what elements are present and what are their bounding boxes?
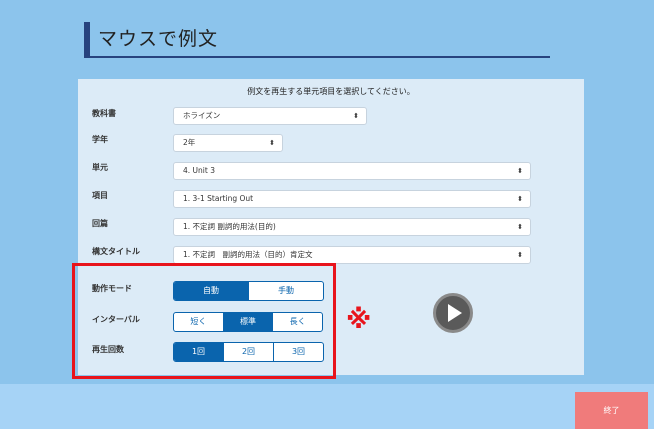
- up-down-arrow-icon: ⬍: [269, 139, 275, 147]
- play-button[interactable]: [433, 293, 473, 333]
- unit-value: 4. Unit 3: [183, 166, 215, 175]
- sentence-title-value: 1. 不定詞 副詞的用法（目的）肯定文: [183, 250, 313, 259]
- footer-bar: [0, 384, 654, 429]
- page-title: マウスで例文: [98, 28, 219, 50]
- grammar-label: 回篇: [92, 219, 108, 228]
- grade-value: 2年: [183, 138, 196, 147]
- end-button[interactable]: 終了: [575, 392, 648, 429]
- item-value: 1. 3-1 Starting Out: [183, 194, 254, 203]
- up-down-arrow-icon: ⬍: [353, 112, 359, 120]
- textbook-select[interactable]: ホライズン ⬍: [173, 107, 367, 125]
- highlight-frame: [72, 263, 336, 379]
- up-down-arrow-icon: ⬍: [517, 195, 523, 203]
- page-title-area: マウスで例文: [84, 22, 550, 58]
- title-accent-bar: [84, 22, 90, 56]
- item-label: 項目: [92, 191, 108, 200]
- up-down-arrow-icon: ⬍: [517, 223, 523, 231]
- sentence-title-select[interactable]: 1. 不定詞 副詞的用法（目的）肯定文 ⬍: [173, 246, 531, 264]
- grammar-value: 1. 不定詞 副詞的用法(目的): [183, 222, 276, 231]
- unit-label: 単元: [92, 163, 108, 172]
- up-down-arrow-icon: ⬍: [517, 167, 523, 175]
- sentence-title-label: 構文タイトル: [92, 247, 140, 256]
- unit-select[interactable]: 4. Unit 3 ⬍: [173, 162, 531, 180]
- note-mark: ※: [346, 305, 372, 335]
- item-select[interactable]: 1. 3-1 Starting Out ⬍: [173, 190, 531, 208]
- textbook-label: 教科書: [92, 109, 116, 118]
- grade-label: 学年: [92, 135, 108, 144]
- grade-select[interactable]: 2年 ⬍: [173, 134, 283, 152]
- grammar-select[interactable]: 1. 不定詞 副詞的用法(目的) ⬍: [173, 218, 531, 236]
- play-circle-icon: [448, 304, 462, 322]
- panel-instruction: 例文を再生する単元項目を選択してください。: [247, 87, 415, 96]
- textbook-value: ホライズン: [183, 111, 221, 120]
- up-down-arrow-icon: ⬍: [517, 251, 523, 259]
